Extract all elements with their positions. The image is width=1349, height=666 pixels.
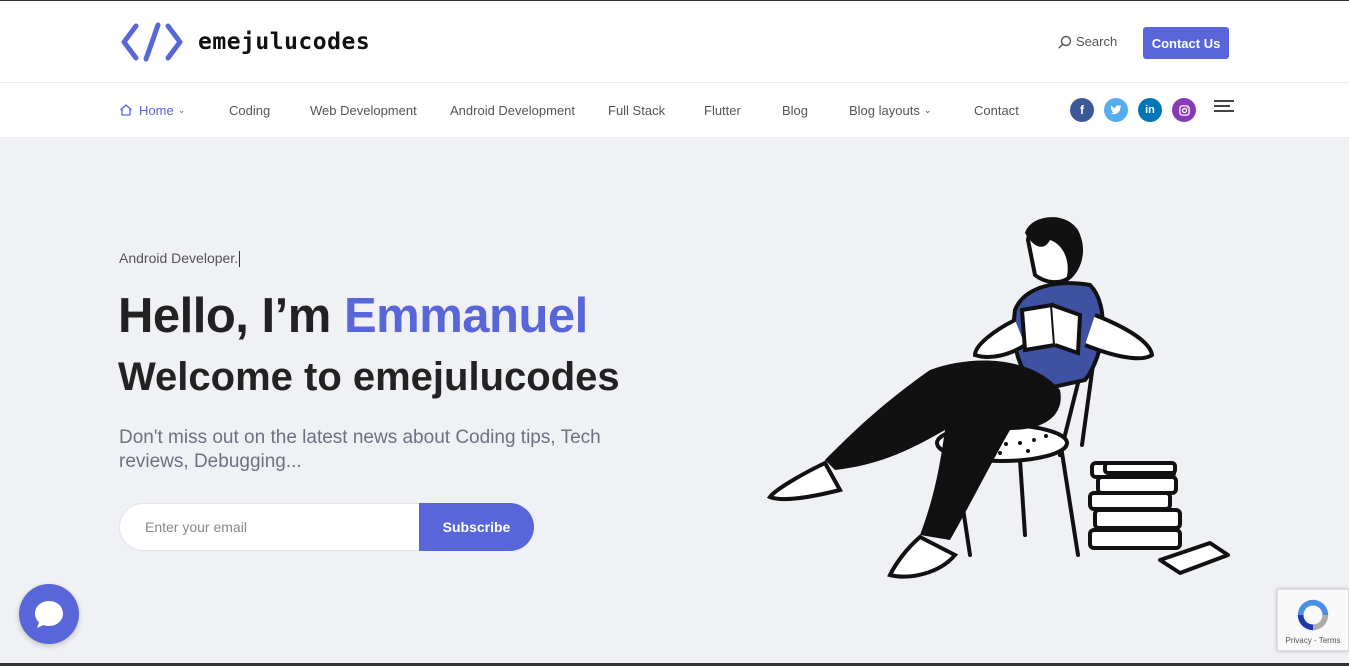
nav-item-contact[interactable]: Contact <box>974 83 1019 137</box>
nav-item-label: Blog <box>782 102 809 118</box>
nav-item-web-development[interactable]: Web Development <box>310 83 417 137</box>
nav-item-label: Blog layouts <box>849 102 920 118</box>
main-nav: Home ⌄ Coding Web Development Android De… <box>0 83 1349 137</box>
nav-item-home[interactable]: Home ⌄ <box>119 83 185 137</box>
nav-item-label: Android Development <box>450 102 576 118</box>
site-header: emejulucodes Search Contact Us <box>0 0 1349 83</box>
nav-item-label: Flutter <box>704 102 741 118</box>
text-cursor <box>239 251 241 268</box>
search-label: Search <box>1076 34 1118 49</box>
linkedin-icon[interactable]: in <box>1138 98 1162 122</box>
search-button[interactable]: Search <box>1058 34 1117 49</box>
instagram-icon[interactable] <box>1172 98 1196 122</box>
subscribe-form: Subscribe <box>119 503 534 551</box>
nav-item-android-development[interactable]: Android Development <box>450 83 575 137</box>
nav-item-label: Web Development <box>310 102 417 118</box>
nav-item-blog-layouts[interactable]: Blog layouts ⌄ <box>849 83 931 137</box>
hero-title: Hello, I’m Emmanuel <box>118 288 588 344</box>
typed-text: Android Developer. <box>119 250 239 266</box>
search-icon <box>1058 35 1072 49</box>
chat-widget-button[interactable] <box>19 584 79 644</box>
hero-title-greeting: Hello, I’m <box>118 289 331 343</box>
hero-title-name: Emmanuel <box>343 289 588 343</box>
hero-subtitle: Welcome to emejulucodes <box>118 355 620 399</box>
chat-bubble-icon <box>35 601 63 628</box>
hero-lead: Don't miss out on the latest news about … <box>119 427 601 472</box>
subscribe-button[interactable]: Subscribe <box>419 503 534 551</box>
nav-item-coding[interactable]: Coding <box>229 83 270 137</box>
nav-item-blog[interactable]: Blog <box>782 83 808 137</box>
recaptcha-terms: Privacy - Terms <box>1285 636 1341 645</box>
twitter-icon[interactable] <box>1104 98 1128 122</box>
recaptcha-badge[interactable]: Privacy - Terms <box>1277 589 1349 651</box>
nav-item-label: Coding <box>229 102 271 118</box>
reading-person-illustration <box>766 217 1230 579</box>
hamburger-menu-icon[interactable] <box>1214 100 1234 114</box>
nav-item-label: Full Stack <box>608 102 666 118</box>
nav-item-label: Contact <box>974 102 1019 118</box>
chevron-down-icon: ⌄ <box>923 104 932 115</box>
code-brackets-icon <box>121 22 183 62</box>
email-field[interactable] <box>119 503 419 551</box>
logo-text: emejulucodes <box>198 29 371 55</box>
recaptcha-icon <box>1297 599 1329 631</box>
chevron-down-icon: ⌄ <box>177 104 186 115</box>
contact-us-button[interactable]: Contact Us <box>1143 27 1229 59</box>
hero-eyebrow: Android Developer. <box>119 250 241 268</box>
site-logo[interactable]: emejulucodes <box>120 21 370 63</box>
nav-item-label: Home <box>139 102 174 118</box>
nav-item-full-stack[interactable]: Full Stack <box>608 83 665 137</box>
home-icon <box>120 104 132 116</box>
facebook-icon[interactable]: f <box>1070 98 1094 122</box>
nav-item-flutter[interactable]: Flutter <box>704 83 741 137</box>
